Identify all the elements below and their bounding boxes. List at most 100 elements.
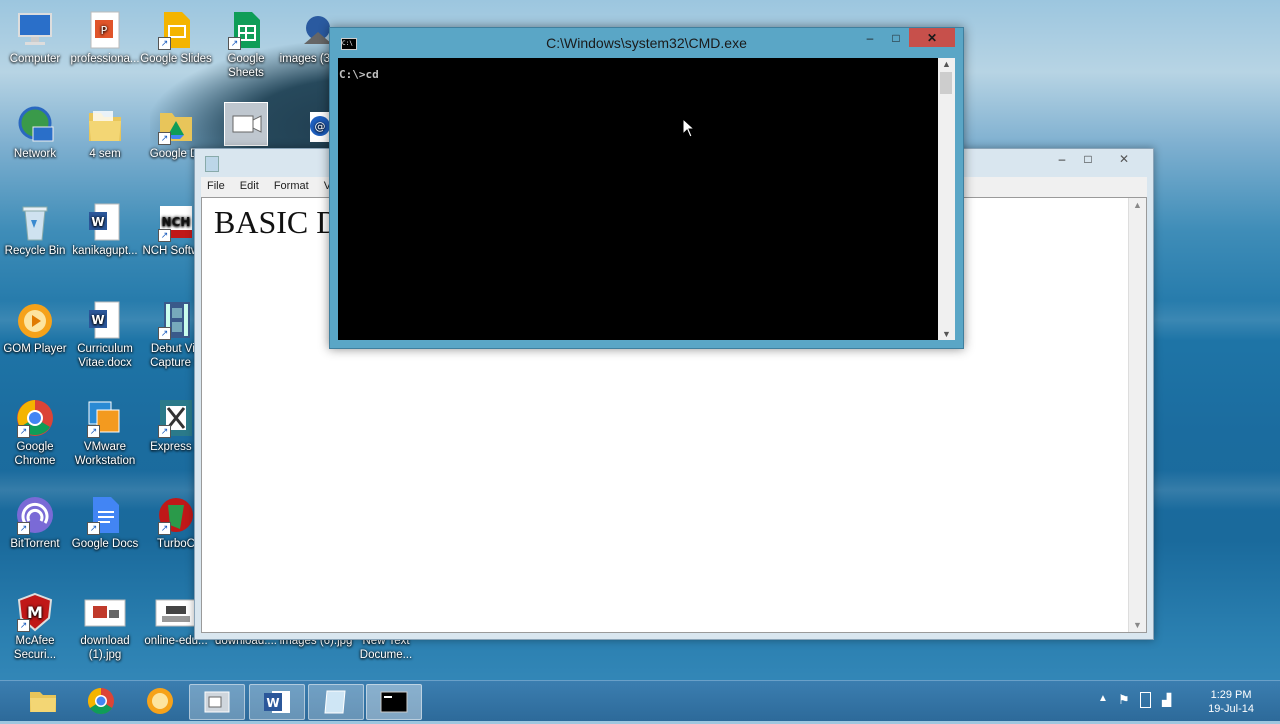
taskbar-video-app[interactable] [189,684,245,720]
desktop-icon-google-chrome[interactable]: ↗ Google Chrome [0,398,73,468]
menu-edit[interactable]: Edit [234,177,265,195]
taskbar-word[interactable]: W [249,684,305,720]
pdf-document-icon: P [83,10,127,50]
desktop-icon-gom-player[interactable]: GOM Player [0,300,73,356]
cmd-window[interactable]: C:\ C:\Windows\system32\CMD.exe – □ ✕ C:… [329,27,964,349]
clock-date: 19-Jul-14 [1208,703,1254,715]
google-docs-icon: ↗ [83,495,127,535]
bittorrent-icon: ↗ [13,495,57,535]
scroll-down-arrow-icon[interactable]: ▼ [938,329,955,339]
svg-text:W: W [91,313,104,327]
shortcut-arrow-icon: ↗ [158,522,171,535]
google-drive-folder-icon: ↗ [154,105,198,145]
desktop-icon-professional[interactable]: P professiona... [67,10,143,66]
shortcut-arrow-icon: ↗ [17,425,30,438]
shortcut-arrow-icon: ↗ [228,37,241,50]
desktop-icon-google-sheets[interactable]: ↗ Google Sheets [208,10,284,80]
cmd-console[interactable]: C:\>cd [338,58,938,340]
image-thumbnail-icon [154,592,198,632]
express-zip-icon: ↗ [154,398,198,438]
desktop-icon-curriculum-vitae[interactable]: W Curriculum Vitae.docx [67,300,143,370]
notepad-vertical-scrollbar[interactable]: ▲ ▼ [1128,198,1146,632]
notepad-app-icon [205,156,219,172]
taskbar-notepad[interactable] [308,684,364,720]
tray-expand-icon[interactable]: ▲ [1098,693,1108,704]
folder-icon [30,692,56,712]
cmd-scroll-thumb[interactable] [940,72,952,94]
cmd-window-controls: – □ ✕ [857,28,955,48]
notepad-icon [324,690,346,714]
system-tray: ▲ ⚑ ▟ 1:29 PM 19-Jul-14 [1090,681,1280,721]
mcafee-shield-icon: M ↗ [13,592,57,632]
desktop-icon-google-slides[interactable]: ↗ Google Slides [138,10,214,66]
shortcut-arrow-icon: ↗ [158,229,171,242]
shortcut-arrow-icon: ↗ [158,425,171,438]
desktop-icon-video-app[interactable] [208,102,284,148]
cmd-minimize-button[interactable]: – [857,28,883,48]
console-prompt-line: C:\>cd [339,68,379,81]
google-slides-icon: ↗ [154,10,198,50]
mouse-pointer-icon [682,118,696,138]
shortcut-arrow-icon: ↗ [17,619,30,632]
film-strip-icon: ↗ [154,300,198,340]
notepad-close-button[interactable]: ✕ [1101,149,1147,169]
menu-file[interactable]: File [201,177,231,195]
cmd-close-button[interactable]: ✕ [909,28,955,47]
shortcut-arrow-icon: ↗ [158,37,171,50]
cmd-vertical-scrollbar[interactable]: ▲ ▼ [938,58,955,340]
google-sheets-icon: ↗ [224,10,268,50]
menu-format[interactable]: Format [268,177,315,195]
vmware-icon: ↗ [83,398,127,438]
clock-time: 1:29 PM [1210,689,1252,701]
turboc-icon: ↗ [154,495,198,535]
shortcut-arrow-icon: ↗ [158,327,171,340]
chrome-icon [87,687,114,715]
cmd-titlebar[interactable]: C:\ C:\Windows\system32\CMD.exe – □ ✕ [330,28,963,58]
computer-icon [13,10,57,50]
svg-text:W: W [266,696,279,710]
svg-text:@: @ [315,120,326,133]
shortcut-arrow-icon: ↗ [158,132,171,145]
desktop-icon-recycle-bin[interactable]: Recycle Bin [0,202,73,258]
word-icon: W [264,691,290,713]
desktop-icon-kanikagupt[interactable]: W kanikagupt... [67,202,143,258]
desktop-icon-google-docs[interactable]: ↗ Google Docs [67,495,143,551]
desktop-icon-mcafee[interactable]: M ↗ McAfee Securi... [0,592,73,662]
battery-icon[interactable] [1140,692,1151,708]
svg-text:P: P [101,24,108,37]
clock[interactable]: 1:29 PM 19-Jul-14 [1208,688,1254,716]
taskbar-gom-player[interactable] [133,684,187,718]
scroll-up-arrow-icon[interactable]: ▲ [1129,200,1146,210]
taskbar: W ▲ ⚑ ▟ 1:29 PM 19-Jul-14 [0,680,1280,721]
desktop-icon-computer[interactable]: Computer [0,10,73,66]
network-signal-icon[interactable]: ▟ [1162,693,1171,707]
video-camera-icon [204,691,230,713]
taskbar-file-explorer[interactable] [16,684,70,718]
word-document-icon: W [83,300,127,340]
notepad-maximize-button[interactable]: □ [1075,149,1101,169]
desktop-icon-bittorrent[interactable]: ↗ BitTorrent [0,495,73,551]
notepad-minimize-button[interactable]: – [1049,149,1075,169]
folder-icon [83,105,127,145]
desktop-icon-network[interactable]: Network [0,105,73,161]
scroll-down-arrow-icon[interactable]: ▼ [1129,620,1146,630]
desktop-icon-vmware[interactable]: ↗ VMware Workstation [67,398,143,468]
shortcut-arrow-icon: ↗ [87,522,100,535]
image-thumbnail-icon [83,592,127,632]
cmd-maximize-button[interactable]: □ [883,28,909,48]
taskbar-cmd[interactable] [366,684,422,720]
flag-icon[interactable]: ⚑ [1118,692,1130,708]
gom-player-icon [13,300,57,340]
svg-text:NCH: NCH [162,215,191,229]
taskbar-chrome[interactable] [74,684,128,718]
scroll-up-arrow-icon[interactable]: ▲ [938,59,955,69]
video-camera-icon [224,102,268,146]
desktop-icon-4-sem[interactable]: 4 sem [67,105,143,161]
cmd-icon [380,691,408,713]
network-icon [13,105,57,145]
desktop-icon-download-1[interactable]: download (1).jpg [67,592,143,662]
gom-player-icon [147,688,173,714]
shortcut-arrow-icon: ↗ [87,425,100,438]
recycle-bin-icon [13,202,57,242]
notepad-window-controls: – □ ✕ [1049,149,1147,169]
